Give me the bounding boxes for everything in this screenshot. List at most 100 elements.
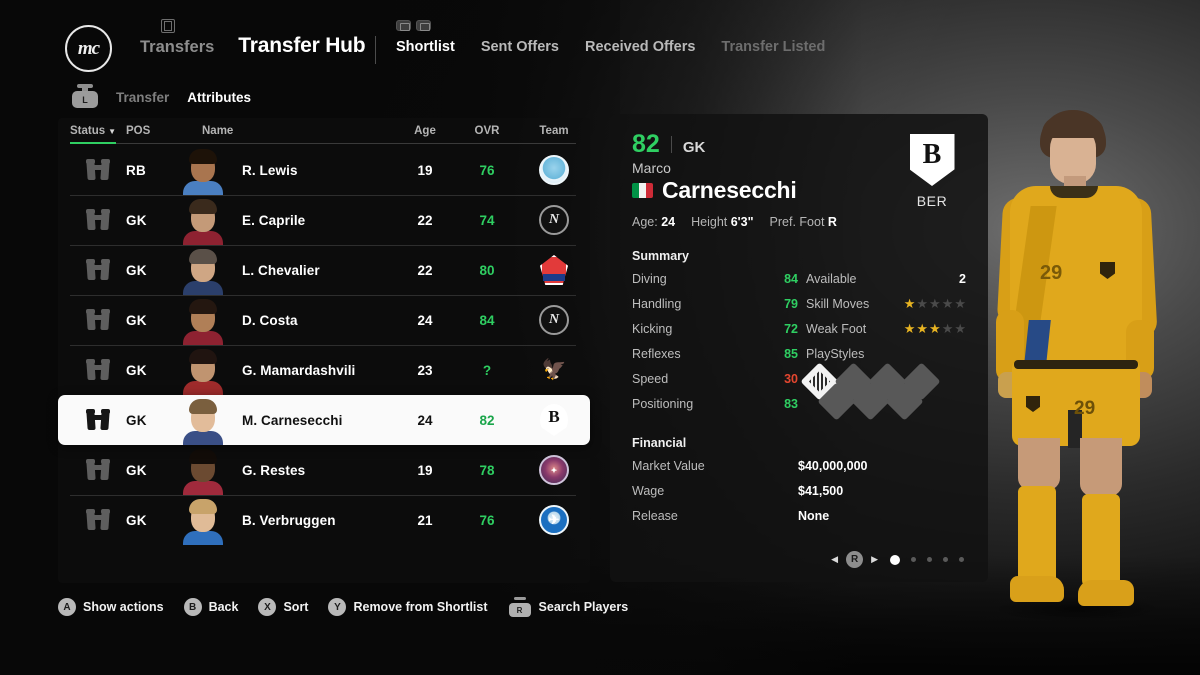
pager-dot[interactable] (959, 557, 964, 562)
player-list: RB R. Lewis 19 76 GK E. Caprile 22 74 N GK L. Chev… (58, 144, 590, 545)
binoculars-icon (86, 208, 110, 230)
column-header-status[interactable]: Status ▼ (70, 125, 126, 137)
detail-pager[interactable]: ◀ R ▶ (831, 551, 964, 568)
column-header-team[interactable]: Team (518, 125, 590, 137)
row-team: N (518, 305, 590, 335)
pager-right-arrow-icon[interactable]: ▶ (871, 554, 878, 565)
player-detail-card: B BER 82 GK Marco Carnesecchi Age: 24 He… (610, 114, 988, 582)
trigger-button-label: L (72, 91, 98, 108)
column-header-name[interactable]: Name (184, 125, 394, 137)
action-label: Sort (283, 600, 309, 614)
row-player-face (180, 445, 228, 495)
action-search-players[interactable]: R Search Players (508, 597, 628, 617)
list-header-row: Status ▼ POS Name Age OVR Team (58, 118, 590, 144)
pager-left-arrow-icon[interactable]: ◀ (831, 554, 838, 565)
sort-caret-icon: ▼ (108, 126, 117, 136)
financial-section-title: Financial (632, 436, 687, 450)
row-team: N (518, 205, 590, 235)
tab-shortlist[interactable]: Shortlist (396, 39, 455, 55)
pager-dot[interactable] (890, 554, 900, 565)
table-row[interactable]: RB R. Lewis 19 76 (58, 145, 590, 195)
tab-transfer-listed[interactable]: Transfer Listed (721, 39, 825, 55)
playstyles-grid (800, 362, 966, 421)
column-header-age[interactable]: Age (394, 125, 456, 137)
available-value: 2 (959, 271, 966, 286)
nav-item-transfer-hub[interactable]: Transfer Hub (238, 34, 365, 58)
pager-r-button-icon[interactable]: R (846, 551, 864, 568)
player-age-label: Age: (632, 215, 658, 229)
attribute-value: 30 (784, 371, 798, 386)
attribute-list: Diving 84 Handling 79 Kicking 72 Reflexes 85 Spe… (632, 266, 798, 416)
action-label: Show actions (83, 600, 164, 614)
row-status-cell (70, 308, 126, 330)
weak-foot-row: Weak Foot ★ ★ ★ ★ ★ (806, 316, 966, 341)
financial-row: Market Value $40,000,000 (632, 453, 966, 478)
star-icon: ★ (916, 296, 929, 311)
column-header-ovr[interactable]: OVR (456, 125, 518, 137)
button-glyph-a-icon: A (58, 598, 76, 616)
team-crest-icon: ✈ (539, 505, 569, 535)
row-status-cell (70, 458, 126, 480)
star-icon: ★ (903, 296, 916, 311)
button-glyph-y-icon: Y (328, 598, 347, 616)
club-crest-icon: B (909, 134, 955, 186)
subtab-transfer[interactable]: Transfer (116, 90, 169, 105)
team-crest-icon: N (539, 305, 569, 335)
row-player-name: G. Mamardashvili (242, 362, 356, 378)
row-status-cell (70, 208, 126, 230)
subtab-attributes[interactable]: Attributes (187, 90, 251, 105)
rating-divider (670, 136, 672, 153)
button-glyph-x-icon: X (258, 598, 277, 616)
binoculars-icon (86, 408, 110, 430)
pager-dot[interactable] (911, 557, 916, 562)
action-back[interactable]: B Back (183, 598, 238, 616)
row-ovr: 78 (479, 462, 495, 478)
table-row[interactable]: GK B. Verbruggen 21 76 ✈ (58, 495, 590, 545)
ratings-column: Available 2 Skill Moves ★ ★ ★ ★ ★ Weak Foot … (798, 266, 966, 421)
pager-dot[interactable] (943, 557, 948, 562)
row-player-name: D. Costa (242, 312, 298, 328)
playstyles-label: PlayStyles (806, 346, 865, 361)
table-row[interactable]: GK G. Restes 19 78 ✦ (58, 445, 590, 495)
nav-item-transfers[interactable]: Transfers (140, 38, 214, 57)
financial-row: Release None (632, 503, 966, 528)
binoculars-icon (86, 508, 110, 530)
table-row[interactable]: GK M. Carnesecchi 24 82 B (58, 395, 590, 445)
action-sort[interactable]: X Sort (258, 598, 308, 616)
binoculars-icon (86, 308, 110, 330)
financial-label: Market Value (632, 458, 705, 473)
pager-dot[interactable] (927, 557, 932, 562)
attribute-label: Handling (632, 296, 682, 311)
row-position: RB (126, 162, 147, 178)
skill-moves-row: Skill Moves ★ ★ ★ ★ ★ (806, 291, 966, 316)
table-row[interactable]: GK E. Caprile 22 74 N (58, 195, 590, 245)
column-header-status-label: Status (70, 125, 106, 137)
summary-section-title: Summary (632, 249, 689, 263)
action-remove-from-shortlist[interactable]: Y Remove from Shortlist (328, 598, 488, 616)
row-ovr: 76 (479, 162, 495, 178)
attribute-row: Speed 30 (632, 366, 798, 391)
table-row[interactable]: GK D. Costa 24 84 N (58, 295, 590, 345)
lb-bumper-icon (396, 20, 411, 31)
available-row: Available 2 (806, 266, 966, 291)
player-ovr: 82 (632, 130, 660, 158)
action-show-actions[interactable]: A Show actions (58, 598, 164, 616)
row-status-cell (70, 408, 126, 430)
table-row[interactable]: GK G. Mamardashvili 23? 🦅 (58, 345, 590, 395)
primary-nav: Transfers Transfer Hub (140, 34, 366, 58)
shortlist-panel: Status ▼ POS Name Age OVR Team RB R. Lewi… (58, 118, 590, 583)
attribute-label: Reflexes (632, 346, 681, 361)
row-age: 21 (417, 512, 433, 528)
team-crest-icon (539, 155, 569, 185)
column-header-pos[interactable]: POS (126, 125, 184, 137)
row-status-cell (70, 258, 126, 280)
attribute-row: Positioning 83 (632, 391, 798, 416)
bumper-icons (396, 20, 431, 31)
row-player-face (180, 345, 228, 395)
attribute-value: 84 (784, 271, 798, 286)
rb-bumper-icon (416, 20, 431, 31)
table-row[interactable]: GK L. Chevalier 22 80 (58, 245, 590, 295)
tab-sent-offers[interactable]: Sent Offers (481, 39, 559, 55)
attribute-value: 72 (784, 321, 798, 336)
tab-received-offers[interactable]: Received Offers (585, 39, 695, 55)
